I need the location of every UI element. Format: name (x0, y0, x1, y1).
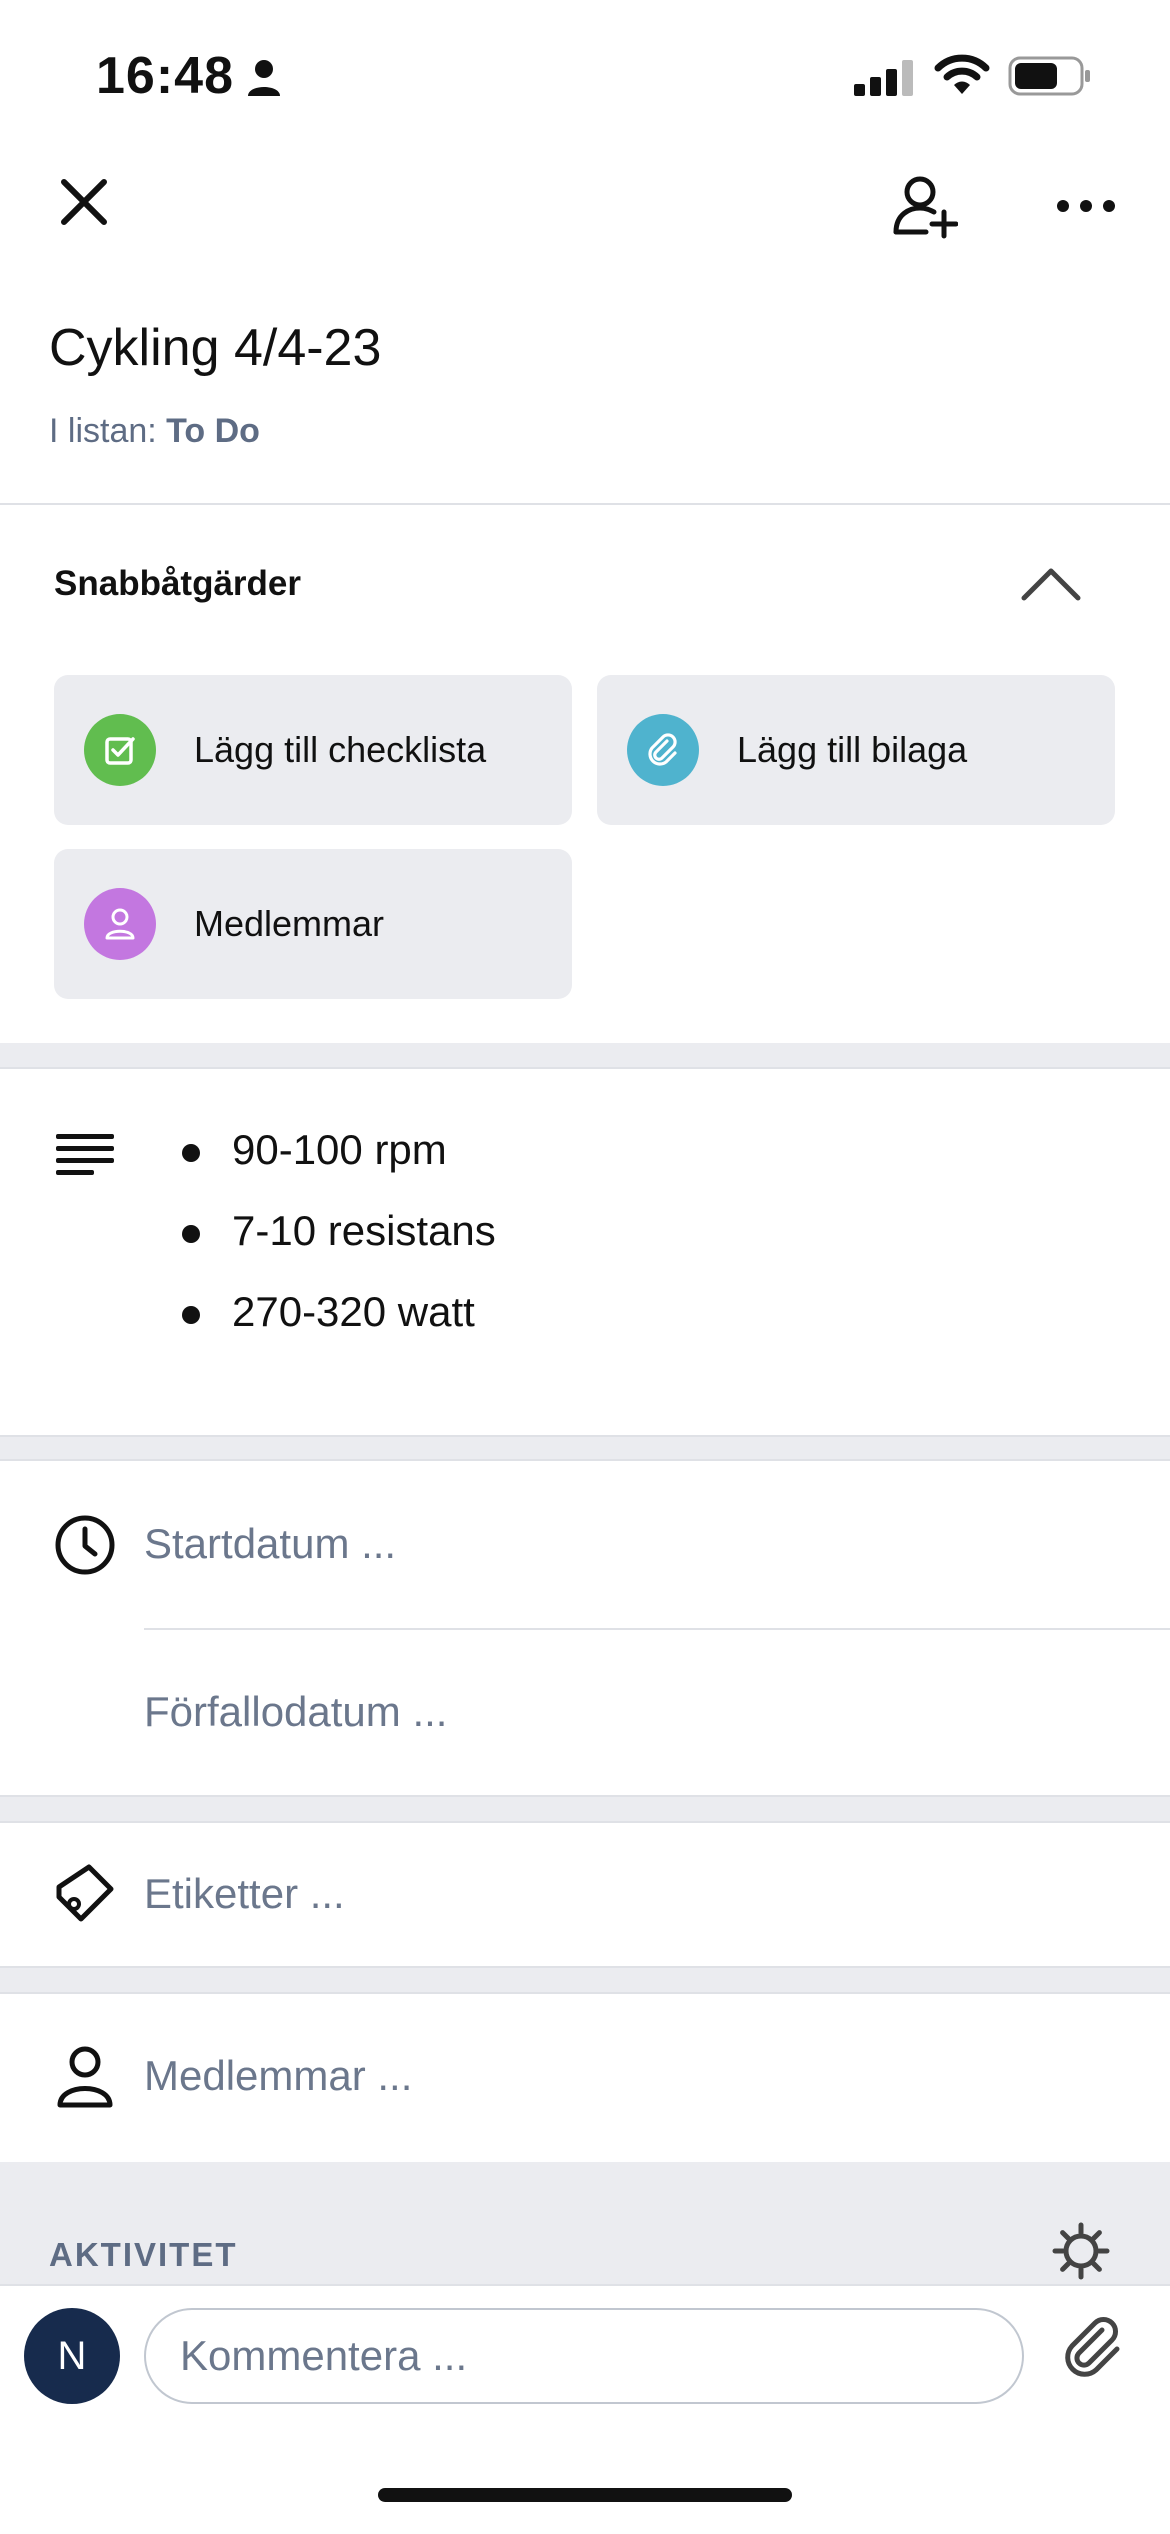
checklist-icon (84, 714, 156, 786)
status-time: 16:48 (96, 47, 234, 105)
paperclip-icon (1065, 2317, 1120, 2377)
section-separator (0, 1043, 1170, 1069)
divider (0, 1821, 1170, 1823)
list-indicator: I listan: To Do (49, 412, 260, 451)
members-field[interactable]: Medlemmar ... (144, 2052, 412, 2100)
list-item: 90-100 rpm (170, 1120, 496, 1201)
collapse-quick-actions-button[interactable] (1016, 560, 1086, 606)
divider (0, 503, 1170, 505)
add-person-icon (893, 176, 958, 239)
tag-icon (50, 1858, 120, 1928)
quick-actions-title: Snabbåtgärder (54, 564, 301, 603)
add-member-button[interactable] (884, 166, 966, 248)
add-attachment-button[interactable]: Lägg till bilaga (597, 675, 1115, 825)
clock-icon (50, 1510, 120, 1580)
close-icon (61, 179, 107, 225)
more-horizontal-icon (1057, 200, 1115, 212)
person-icon (84, 888, 156, 960)
cellular-signal-icon (854, 60, 916, 101)
comment-input[interactable]: Kommentera ... (144, 2308, 1024, 2404)
section-separator (0, 1968, 1170, 1992)
start-date-field[interactable]: Startdatum ... (144, 1520, 396, 1568)
wifi-icon (934, 54, 990, 101)
list-prefix: I listan: (49, 412, 167, 450)
divider (144, 1628, 1170, 1630)
activity-settings-button[interactable] (1052, 2222, 1110, 2285)
gear-icon (1052, 2222, 1110, 2280)
home-indicator[interactable] (378, 2488, 792, 2502)
member-icon (50, 2042, 120, 2112)
close-button[interactable] (48, 166, 120, 238)
add-checklist-button[interactable]: Lägg till checklista (54, 675, 572, 825)
members-label: Medlemmar (194, 903, 385, 944)
divider (0, 1992, 1170, 1994)
person-status-icon (246, 58, 282, 103)
divider (0, 1459, 1170, 1461)
description-list[interactable]: 90-100 rpm 7-10 resistans 270-320 watt (170, 1120, 496, 1363)
labels-field[interactable]: Etiketter ... (144, 1870, 345, 1918)
divider (0, 1067, 1170, 1069)
battery-icon (1008, 56, 1092, 101)
list-name[interactable]: To Do (166, 412, 260, 450)
add-checklist-label: Lägg till checklista (194, 729, 487, 770)
add-attachment-label: Lägg till bilaga (737, 729, 968, 770)
paperclip-icon (627, 714, 699, 786)
section-separator (0, 1437, 1170, 1461)
list-item: 270-320 watt (170, 1282, 496, 1363)
chevron-up-icon (1021, 568, 1081, 601)
description-icon (54, 1132, 116, 1185)
list-item: 7-10 resistans (170, 1201, 496, 1282)
section-separator (0, 1797, 1170, 1821)
more-options-button[interactable] (1046, 170, 1126, 242)
card-title[interactable]: Cykling 4/4-23 (49, 318, 381, 378)
avatar[interactable]: N (24, 2308, 120, 2404)
attach-button[interactable] (1062, 2316, 1142, 2396)
members-button[interactable]: Medlemmar (54, 849, 572, 999)
due-date-field[interactable]: Förfallodatum ... (144, 1688, 447, 1736)
activity-heading: AKTIVITET (49, 2236, 238, 2273)
